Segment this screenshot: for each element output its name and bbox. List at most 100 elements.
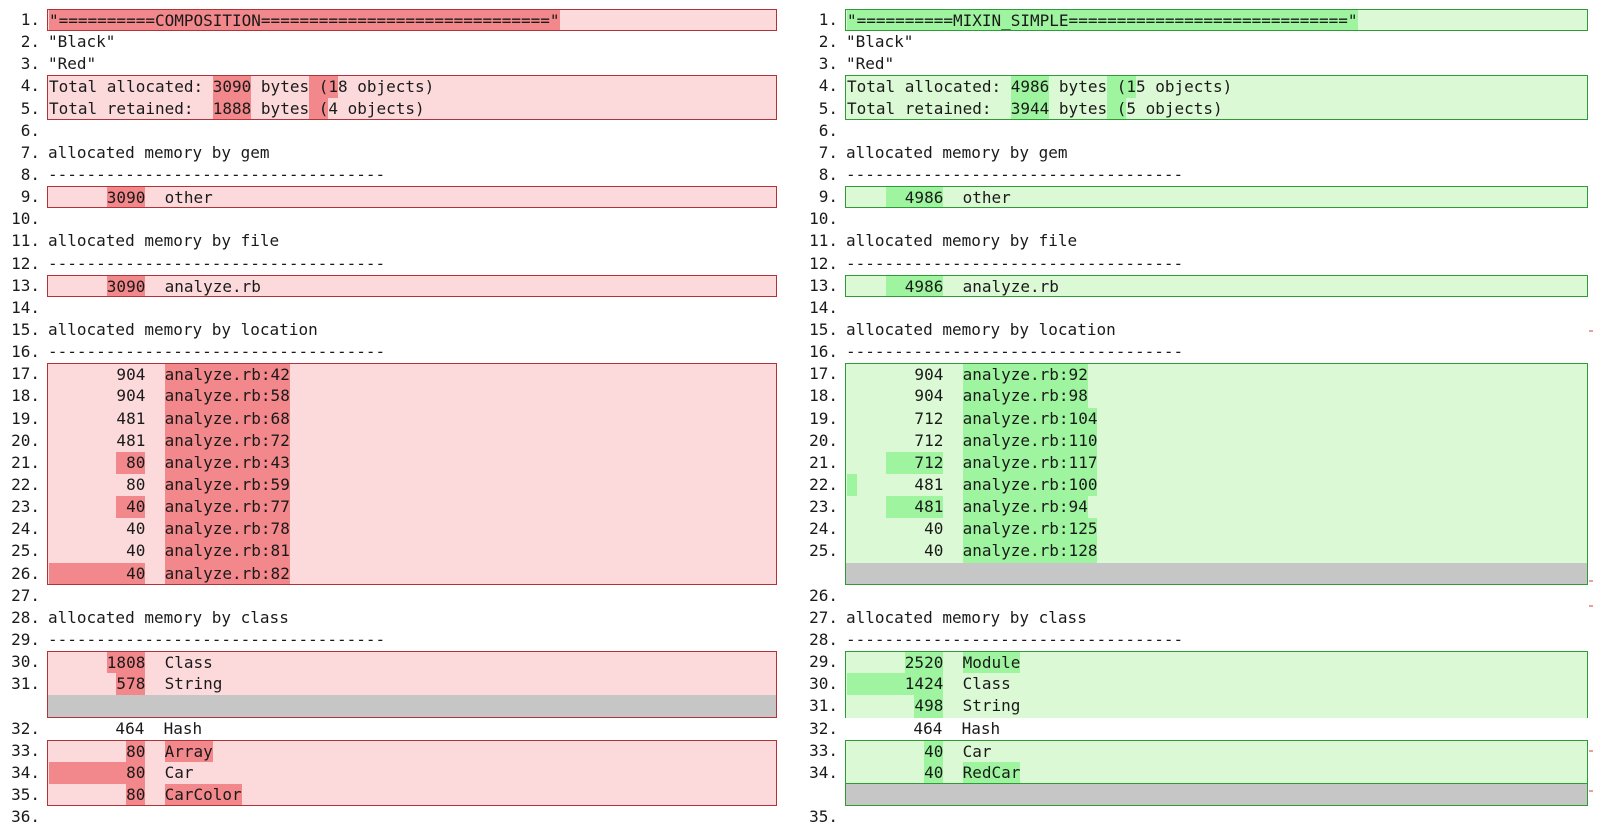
line-content[interactable]: 80 Array bbox=[47, 739, 777, 762]
line-content[interactable] bbox=[845, 208, 1588, 230]
line-content[interactable]: 481 analyze.rb:100 bbox=[845, 473, 1588, 497]
line-content[interactable]: 3090 other bbox=[47, 186, 777, 209]
line-content[interactable]: 40 analyze.rb:77 bbox=[47, 496, 777, 519]
line-content[interactable]: 464 Hash bbox=[47, 718, 777, 740]
line-number: 33. bbox=[809, 740, 838, 760]
diff-filler-row bbox=[798, 562, 1598, 585]
line-content[interactable]: 464 Hash bbox=[845, 718, 1588, 740]
line-number: 22. bbox=[809, 474, 838, 494]
line-content[interactable]: "==========MIXIN_SIMPLE=================… bbox=[845, 9, 1588, 32]
line-content[interactable]: 40 analyze.rb:125 bbox=[845, 518, 1588, 541]
line-content[interactable]: 80 Car bbox=[47, 761, 777, 784]
line-number: 5. bbox=[818, 98, 838, 118]
line-text: ----------------------------------- bbox=[846, 164, 1184, 184]
line-content[interactable] bbox=[47, 695, 777, 718]
line-content[interactable]: 712 analyze.rb:117 bbox=[845, 451, 1588, 474]
line-content[interactable]: allocated memory by class bbox=[845, 607, 1588, 629]
line-content[interactable]: ----------------------------------- bbox=[845, 629, 1588, 651]
line-number: 14. bbox=[809, 297, 838, 317]
line-content[interactable]: ----------------------------------- bbox=[845, 164, 1588, 186]
line-content[interactable]: Total retained: 1888 bytes (4 objects) bbox=[47, 97, 777, 120]
line-content[interactable]: "Red" bbox=[47, 53, 777, 75]
line-content[interactable]: allocated memory by class bbox=[47, 607, 777, 629]
line-text bbox=[47, 298, 48, 317]
code-line: 8. ----------------------------------- bbox=[0, 164, 794, 186]
line-content[interactable] bbox=[845, 783, 1588, 807]
line-content[interactable] bbox=[47, 806, 777, 828]
line-text bbox=[846, 564, 847, 583]
line-content[interactable]: allocated memory by gem bbox=[845, 142, 1588, 164]
line-content[interactable]: Total allocated: 4986 bytes (15 objects) bbox=[845, 75, 1588, 98]
line-content[interactable] bbox=[47, 120, 777, 142]
line-content[interactable]: 80 analyze.rb:43 bbox=[47, 451, 777, 474]
line-content[interactable]: "Black" bbox=[845, 31, 1588, 53]
line-content[interactable]: 80 analyze.rb:59 bbox=[47, 473, 777, 497]
line-content[interactable]: Total allocated: 3090 bytes (18 objects) bbox=[47, 75, 777, 98]
line-content[interactable]: 712 analyze.rb:104 bbox=[845, 407, 1588, 430]
line-content[interactable] bbox=[845, 585, 1588, 607]
line-content[interactable]: 4986 analyze.rb bbox=[845, 274, 1588, 297]
line-content[interactable]: 712 analyze.rb:110 bbox=[845, 429, 1588, 452]
line-content[interactable]: 904 analyze.rb:98 bbox=[845, 385, 1588, 408]
code-line: 9. 4986 other bbox=[798, 186, 1598, 209]
line-content[interactable]: 40 RedCar bbox=[845, 761, 1588, 784]
line-content[interactable]: allocated memory by file bbox=[47, 230, 777, 252]
line-content[interactable]: allocated memory by location bbox=[845, 319, 1588, 341]
overview-ruler[interactable] bbox=[1589, 330, 1597, 800]
line-content[interactable]: ----------------------------------- bbox=[47, 164, 777, 186]
line-content[interactable]: 40 analyze.rb:128 bbox=[845, 540, 1588, 563]
line-text bbox=[846, 785, 847, 804]
left-diff-pane[interactable]: 1. "==========COMPOSITION================… bbox=[0, 9, 794, 828]
code-line: 32. 464 Hash bbox=[0, 718, 794, 740]
line-content[interactable]: 1808 Class bbox=[47, 651, 777, 674]
line-content[interactable]: 1424 Class bbox=[845, 673, 1588, 696]
line-content[interactable]: 481 analyze.rb:72 bbox=[47, 429, 777, 452]
line-content[interactable]: ----------------------------------- bbox=[845, 253, 1588, 275]
code-line: 33. 80 Array bbox=[0, 739, 794, 762]
line-content[interactable]: 40 analyze.rb:82 bbox=[47, 562, 777, 585]
line-content[interactable]: 904 analyze.rb:58 bbox=[47, 385, 777, 408]
line-content[interactable]: 80 CarColor bbox=[47, 783, 777, 807]
line-content[interactable] bbox=[47, 297, 777, 319]
line-content[interactable]: "Black" bbox=[47, 31, 777, 53]
line-content[interactable]: 2520 Module bbox=[845, 651, 1588, 674]
line-content[interactable]: 481 analyze.rb:94 bbox=[845, 496, 1588, 519]
line-content[interactable]: allocated memory by location bbox=[47, 319, 777, 341]
line-content[interactable]: 3090 analyze.rb bbox=[47, 274, 777, 297]
line-content[interactable] bbox=[845, 297, 1588, 319]
line-content[interactable]: "==========COMPOSITION==================… bbox=[47, 9, 777, 32]
line-content[interactable]: Total retained: 3944 bytes (5 objects) bbox=[845, 97, 1588, 120]
line-content[interactable]: 904 analyze.rb:92 bbox=[845, 363, 1588, 386]
right-diff-pane[interactable]: 1. "==========MIXIN_SIMPLE===============… bbox=[798, 9, 1598, 828]
line-content[interactable] bbox=[845, 806, 1588, 828]
line-content[interactable]: allocated memory by file bbox=[845, 230, 1588, 252]
line-number: 20. bbox=[809, 430, 838, 450]
line-content[interactable]: 40 analyze.rb:81 bbox=[47, 540, 777, 563]
line-content[interactable]: 40 Car bbox=[845, 739, 1588, 762]
line-content[interactable]: ----------------------------------- bbox=[47, 253, 777, 275]
line-content[interactable] bbox=[845, 120, 1588, 142]
line-text: allocated memory by gem bbox=[48, 142, 270, 162]
line-content[interactable]: ----------------------------------- bbox=[47, 629, 777, 651]
line-content[interactable]: 578 String bbox=[47, 673, 777, 696]
line-content[interactable]: allocated memory by gem bbox=[47, 142, 777, 164]
line-content[interactable] bbox=[845, 562, 1588, 585]
line-content[interactable]: 40 analyze.rb:78 bbox=[47, 518, 777, 541]
code-line: 35. bbox=[798, 806, 1598, 828]
code-line: 29. ----------------------------------- bbox=[0, 629, 794, 651]
line-content[interactable]: ----------------------------------- bbox=[47, 341, 777, 363]
line-content[interactable] bbox=[47, 208, 777, 230]
line-content[interactable] bbox=[47, 585, 777, 607]
line-text: Total retained: 3944 bytes (5 objects) bbox=[847, 98, 1223, 118]
line-content[interactable]: 904 analyze.rb:42 bbox=[47, 363, 777, 386]
line-content[interactable]: "Red" bbox=[845, 53, 1588, 75]
line-content[interactable]: ----------------------------------- bbox=[845, 341, 1588, 363]
line-text: 40 analyze.rb:77 bbox=[49, 497, 290, 517]
line-text: 904 analyze.rb:58 bbox=[49, 386, 290, 406]
line-number: 27. bbox=[809, 607, 838, 627]
line-content[interactable]: 481 analyze.rb:68 bbox=[47, 407, 777, 430]
line-text: 40 analyze.rb:128 bbox=[847, 541, 1098, 561]
code-line: 6. bbox=[0, 120, 794, 142]
line-content[interactable]: 498 String bbox=[845, 695, 1588, 718]
line-content[interactable]: 4986 other bbox=[845, 186, 1588, 209]
